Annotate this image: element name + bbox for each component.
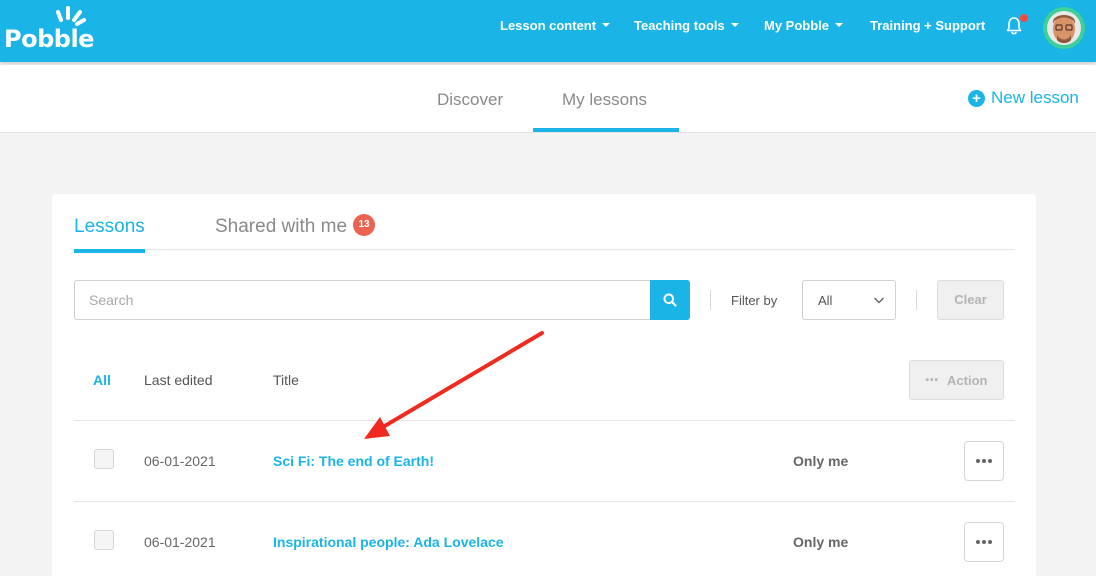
divider xyxy=(916,290,917,310)
logo-text: Pobble xyxy=(4,25,94,53)
filter-select[interactable]: All xyxy=(802,280,896,320)
row-sharing: Only me xyxy=(793,453,849,469)
caret-down-icon xyxy=(835,22,844,27)
tabs-divider xyxy=(74,249,1015,250)
action-label: Action xyxy=(947,372,988,388)
clear-button[interactable]: Clear xyxy=(937,280,1004,320)
tab-shared-with-me[interactable]: Shared with me 13 xyxy=(215,214,376,238)
pobble-logo[interactable]: Pobble xyxy=(4,4,94,56)
nav-training-support[interactable]: Training + Support xyxy=(870,18,985,33)
nav-lesson-content[interactable]: Lesson content xyxy=(500,18,611,33)
new-lesson-label: New lesson xyxy=(991,88,1079,107)
nav-label: My Pobble xyxy=(764,18,830,33)
nav-teaching-tools[interactable]: Teaching tools xyxy=(634,18,739,33)
tab-my-lessons[interactable]: My lessons xyxy=(562,90,647,110)
notification-dot xyxy=(1020,14,1028,22)
more-dots-icon: ••• xyxy=(925,374,940,386)
tab-label: Shared with me xyxy=(215,216,348,238)
row-title-link[interactable]: Sci Fi: The end of Earth! xyxy=(273,453,434,469)
dot xyxy=(976,540,980,544)
caret-down-icon xyxy=(730,22,739,27)
select-all-toggle[interactable]: All xyxy=(93,372,111,388)
logo-rays-icon xyxy=(56,6,86,26)
dot xyxy=(976,459,980,463)
row-more-button[interactable] xyxy=(964,441,1004,481)
shared-count-badge: 13 xyxy=(353,214,376,236)
active-tab-indicator xyxy=(74,249,145,253)
tab-lessons[interactable]: Lessons xyxy=(74,216,145,238)
row-more-button[interactable] xyxy=(964,522,1004,562)
search-input[interactable] xyxy=(74,280,651,320)
new-lesson-button[interactable]: + New lesson xyxy=(968,88,1079,108)
column-header-last-edited[interactable]: Last edited xyxy=(144,372,213,388)
row-date: 06-01-2021 xyxy=(144,453,216,469)
lessons-panel: Lessons Shared with me13 Filter by All C… xyxy=(52,194,1036,576)
divider xyxy=(710,290,711,310)
bulk-action-button[interactable]: ••• Action xyxy=(909,360,1004,400)
row-divider xyxy=(74,420,1015,421)
caret-down-icon xyxy=(602,22,611,27)
filter-selected-value: All xyxy=(818,293,833,308)
dot xyxy=(988,459,992,463)
tab-discover[interactable]: Discover xyxy=(437,90,503,110)
sub-navigation: Discover My lessons + New lesson xyxy=(0,65,1096,133)
nav-label: Teaching tools xyxy=(634,18,725,33)
active-tab-indicator xyxy=(533,128,679,132)
nav-label: Training + Support xyxy=(870,18,986,33)
top-navigation-bar: Pobble Lesson content Teaching tools My … xyxy=(0,0,1096,62)
row-title-link[interactable]: Inspirational people: Ada Lovelace xyxy=(273,534,504,550)
filter-label: Filter by xyxy=(731,293,778,308)
dot xyxy=(988,540,992,544)
nav-my-pobble[interactable]: My Pobble xyxy=(764,18,844,33)
avatar-face-icon xyxy=(1043,7,1085,49)
search-icon xyxy=(663,293,677,307)
nav-label: Lesson content xyxy=(500,18,597,33)
search-button[interactable] xyxy=(650,280,690,320)
column-header-title[interactable]: Title xyxy=(273,372,299,388)
dot xyxy=(982,459,986,463)
row-checkbox[interactable] xyxy=(94,530,114,550)
row-divider xyxy=(74,501,1015,502)
chevron-down-icon xyxy=(874,297,884,304)
row-date: 06-01-2021 xyxy=(144,534,216,550)
dot xyxy=(982,540,986,544)
plus-circle-icon: + xyxy=(968,89,985,107)
row-sharing: Only me xyxy=(793,534,849,550)
user-avatar[interactable] xyxy=(1043,7,1085,49)
row-checkbox[interactable] xyxy=(94,449,114,469)
